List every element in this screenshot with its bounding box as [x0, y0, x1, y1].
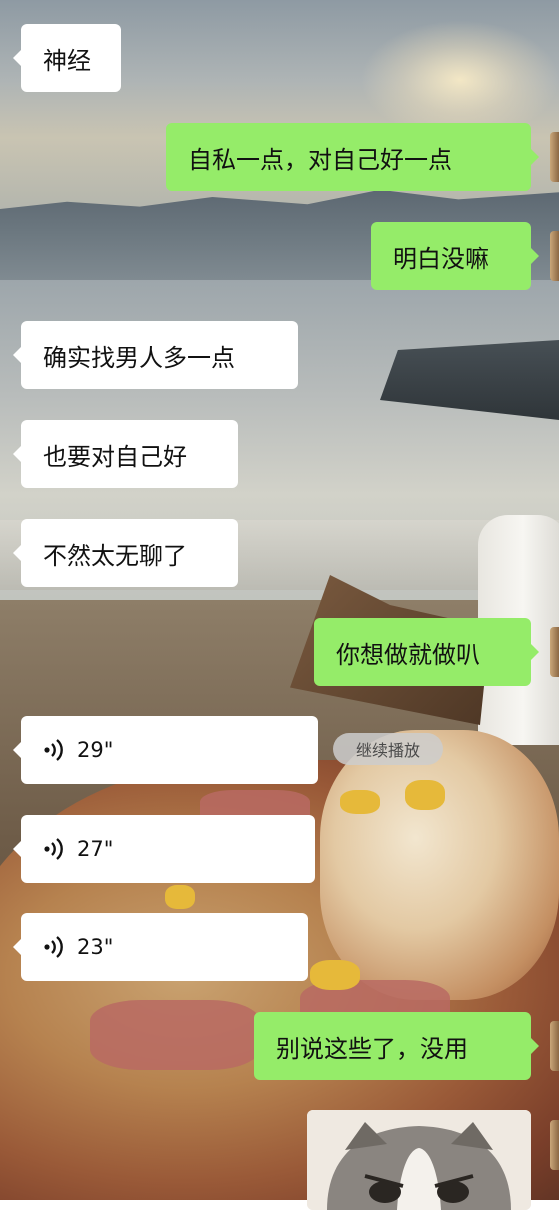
- message-text: 神经: [43, 46, 91, 75]
- message-bubble-received[interactable]: 确实找男人多一点: [13, 321, 298, 389]
- message-bubble-sent[interactable]: 别说这些了，没用: [254, 1012, 539, 1080]
- voice-duration: 27": [77, 837, 114, 861]
- message-text: 你想做就做叭: [336, 640, 480, 669]
- message-bubble-sent[interactable]: 自私一点，对自己好一点: [166, 123, 539, 191]
- message-text: 确实找男人多一点: [43, 343, 235, 372]
- message-bubble-sent[interactable]: 明白没嘛: [371, 222, 539, 290]
- message-text: 别说这些了，没用: [276, 1034, 468, 1063]
- self-avatar[interactable]: [550, 627, 559, 677]
- message-bubble-received[interactable]: 也要对自己好: [13, 420, 238, 488]
- message-bubble-received[interactable]: 神经: [13, 24, 121, 92]
- message-text: 也要对自己好: [43, 442, 187, 471]
- self-avatar[interactable]: [550, 1120, 559, 1170]
- voice-wave-icon: [44, 936, 63, 958]
- message-bubble-sent[interactable]: 你想做就做叭: [314, 618, 539, 686]
- voice-duration: 23": [77, 935, 114, 959]
- continue-playback-button[interactable]: 继续播放: [333, 733, 443, 765]
- message-bubble-received[interactable]: 不然太无聊了: [13, 519, 238, 587]
- cat-sticker[interactable]: [307, 1110, 531, 1210]
- self-avatar[interactable]: [550, 132, 559, 182]
- message-text: 不然太无聊了: [43, 541, 187, 570]
- voice-message[interactable]: 27": [13, 815, 315, 883]
- chat-message-list[interactable]: 神经 自私一点，对自己好一点 明白没嘛 确实找男人多一点 也要对自己好 不然太无…: [0, 0, 559, 1210]
- voice-wave-icon: [44, 838, 63, 860]
- self-avatar[interactable]: [550, 1021, 559, 1071]
- voice-wave-icon: [44, 739, 63, 761]
- self-avatar[interactable]: [550, 231, 559, 281]
- cat-sticker-icon: [307, 1110, 531, 1210]
- voice-message[interactable]: 23": [13, 913, 308, 981]
- voice-duration: 29": [77, 738, 114, 762]
- voice-message[interactable]: 29": [13, 716, 318, 784]
- message-text: 自私一点，对自己好一点: [188, 145, 452, 174]
- message-text: 明白没嘛: [393, 244, 489, 273]
